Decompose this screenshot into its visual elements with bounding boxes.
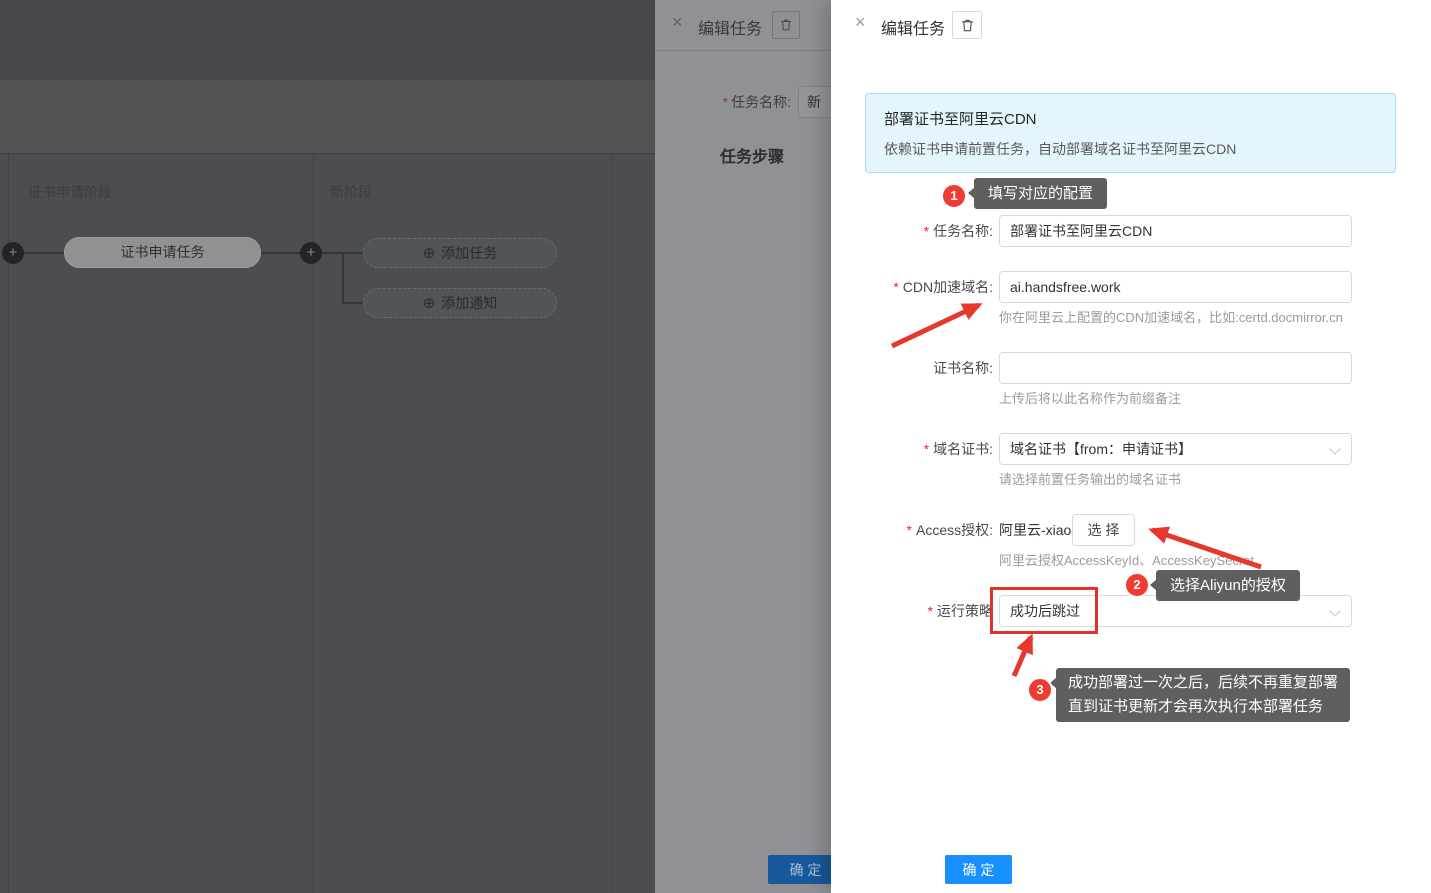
cdn-domain-label: *CDN加速域名: <box>831 271 993 303</box>
close-icon[interactable]: × <box>855 12 866 33</box>
task-steps-heading: 任务步骤 <box>720 143 784 167</box>
connector-line <box>261 252 301 254</box>
delete-task-button[interactable] <box>952 11 982 39</box>
run-strategy-select[interactable]: 成功后跳过 <box>999 595 1352 627</box>
cdn-domain-input[interactable] <box>999 271 1352 303</box>
trash-icon <box>779 18 793 32</box>
connector-line <box>342 302 363 304</box>
connector-line <box>24 252 64 254</box>
confirm-button[interactable]: 确 定 <box>945 855 1012 884</box>
task-name-input[interactable] <box>798 86 831 118</box>
stage-divider-2 <box>313 154 314 893</box>
add-task-label: 添加任务 <box>441 243 497 263</box>
domain-cert-select[interactable]: 域名证书【from：申请证书】 <box>999 433 1352 465</box>
access-auth-select-button[interactable]: 选 择 <box>1072 514 1135 546</box>
domain-cert-label: *域名证书: <box>831 433 993 465</box>
stage-divider-3 <box>612 154 613 893</box>
cert-name-hint: 上传后将以此名称作为前缀备注 <box>999 388 1181 407</box>
access-auth-value: 阿里云-xiao <box>999 514 1071 546</box>
connector-line <box>342 252 344 304</box>
stage-title-cert-request: 证书申请阶段 <box>28 182 130 202</box>
background-edit-task-drawer: × 编辑任务 *任务名称: 任务步骤 确 定 <box>655 0 831 893</box>
edit-task-drawer: × 编辑任务 部署证书至阿里云CDN 依赖证书申请前置任务，自动部署域名证书至阿… <box>831 0 1431 893</box>
cdn-domain-hint: 你在阿里云上配置的CDN加速域名，比如:certd.docmirror.cn <box>999 307 1343 326</box>
trash-icon <box>960 18 975 33</box>
confirm-button-background[interactable]: 确 定 <box>768 855 831 884</box>
delete-task-button[interactable] <box>772 11 800 39</box>
close-icon[interactable]: × <box>672 12 683 33</box>
run-strategy-value: 成功后跳过 <box>1010 603 1080 619</box>
plus-circle-icon: ⊕ <box>423 244 436 262</box>
required-mark: * <box>924 223 929 239</box>
access-auth-hint: 阿里云授权AccessKeyId、AccessKeySecret <box>999 550 1254 569</box>
required-mark: * <box>928 603 933 619</box>
required-mark: * <box>893 279 898 295</box>
plugin-info-box: 部署证书至阿里云CDN 依赖证书申请前置任务，自动部署域名证书至阿里云CDN <box>865 93 1396 173</box>
drawer-title: 编辑任务 <box>698 15 762 39</box>
domain-cert-value: 域名证书【from：申请证书】 <box>1010 441 1192 457</box>
drawer-title: 编辑任务 <box>881 15 945 39</box>
cert-name-label: 证书名称: <box>831 352 993 384</box>
required-mark: * <box>907 522 912 538</box>
screen: 证书申请阶段 新阶段 + 证书申请任务 + ⊕ 添加任务 ⊕ 添加通知 × 编辑… <box>0 0 1431 893</box>
edit-pencil-icon[interactable] <box>118 186 130 198</box>
stage-title-text: 证书申请阶段 <box>28 182 112 202</box>
access-auth-label: *Access授权: <box>831 514 993 546</box>
plus-circle-icon: ⊕ <box>423 294 436 312</box>
add-notification-button[interactable]: ⊕ 添加通知 <box>363 288 557 318</box>
chevron-down-icon <box>1329 443 1340 454</box>
stage-title-text: 新阶段 <box>330 182 372 202</box>
plugin-info-description: 依赖证书申请前置任务，自动部署域名证书至阿里云CDN <box>884 139 1377 159</box>
task-name-label: *任务名称: <box>831 215 993 247</box>
add-notification-label: 添加通知 <box>441 293 497 313</box>
add-stage-after-button[interactable]: + <box>300 242 322 264</box>
add-stage-before-button[interactable]: + <box>2 242 24 264</box>
plugin-info-title: 部署证书至阿里云CDN <box>884 108 1377 129</box>
required-mark: * <box>924 441 929 457</box>
drawer-header-divider <box>655 50 831 51</box>
domain-cert-hint: 请选择前置任务输出的域名证书 <box>999 469 1181 488</box>
stage-title-new-stage: 新阶段 <box>330 182 372 202</box>
add-task-button[interactable]: ⊕ 添加任务 <box>363 238 557 268</box>
run-strategy-label: *运行策略 <box>831 595 993 627</box>
task-name-label: *任务名称: <box>655 86 791 118</box>
stage-divider-1 <box>8 154 9 893</box>
cert-name-input[interactable] <box>999 352 1352 384</box>
task-name-input[interactable] <box>999 215 1352 247</box>
chevron-down-icon <box>1329 605 1340 616</box>
task-node-cert-request[interactable]: 证书申请任务 <box>64 237 261 268</box>
required-mark: * <box>723 94 728 110</box>
